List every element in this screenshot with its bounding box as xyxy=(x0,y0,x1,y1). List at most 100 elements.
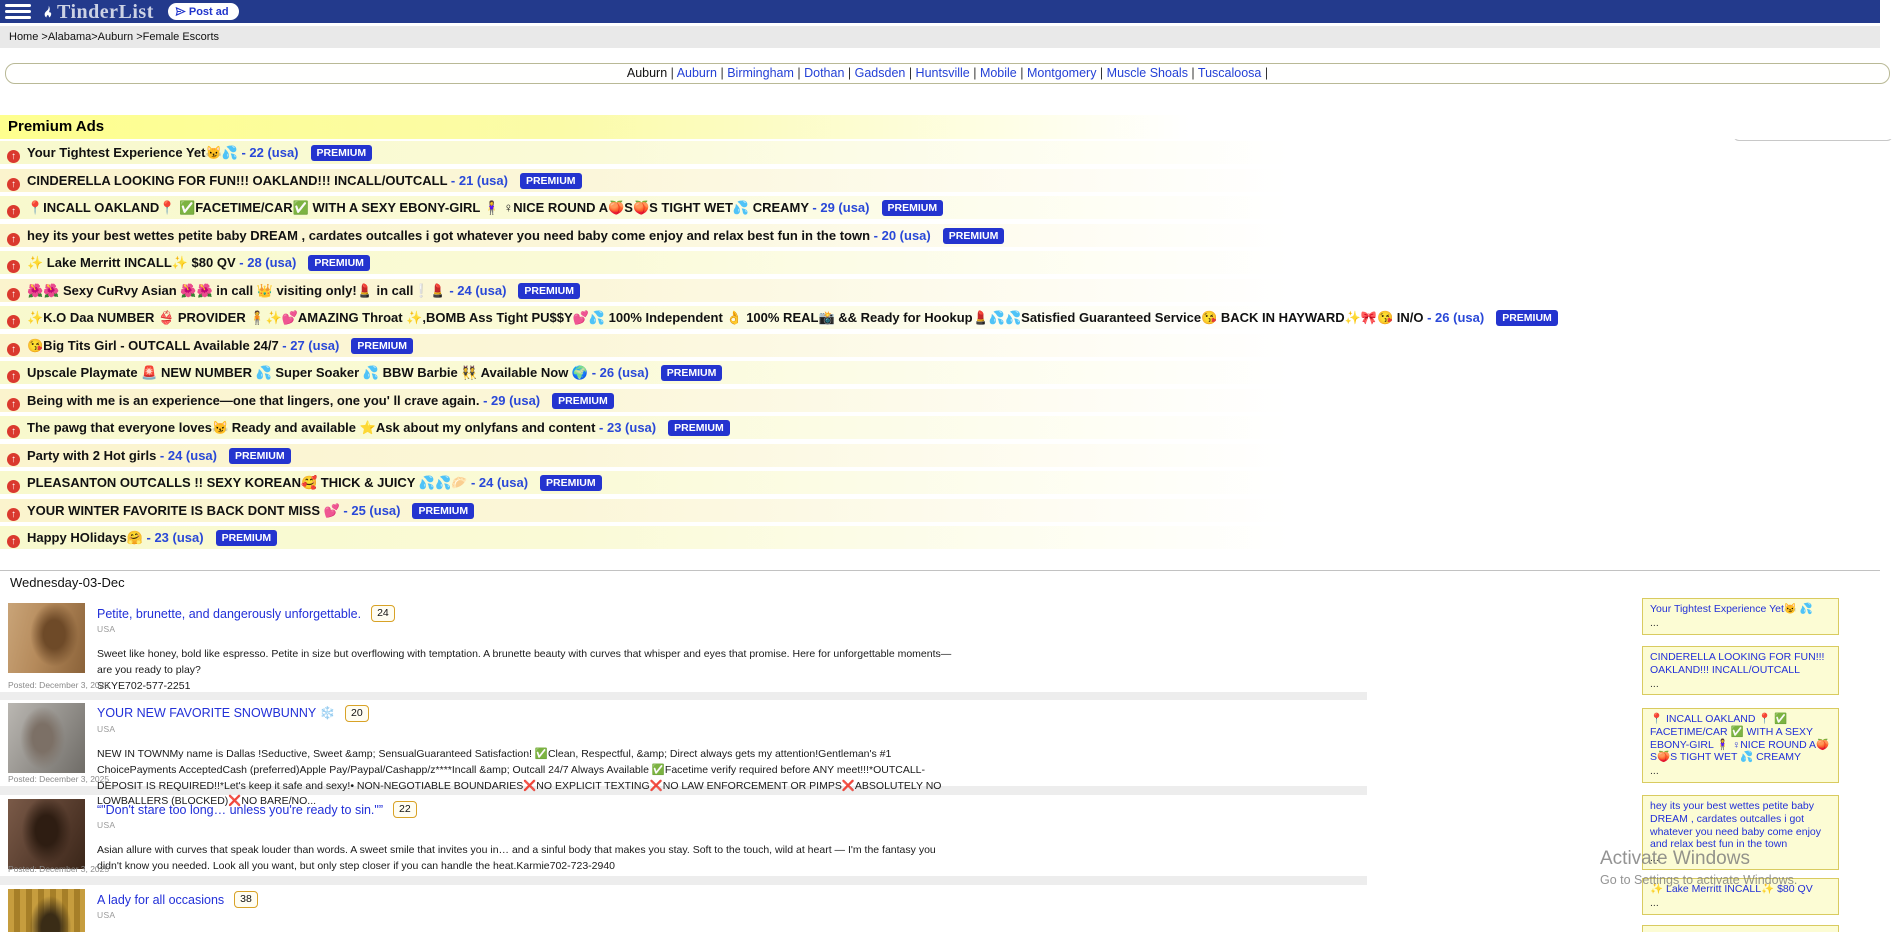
premium-ads-heading: Premium Ads xyxy=(0,115,1897,139)
premium-ad-row[interactable]: ↑Your Tightest Experience Yet😼💦 - 22 (us… xyxy=(0,141,1897,164)
listing-age-badge: 20 xyxy=(345,705,369,722)
listing-item: Posted: December 3, 2025 Petite, brunett… xyxy=(8,601,1368,690)
listing-photo[interactable] xyxy=(8,889,85,932)
listing-title-link[interactable]: YOUR NEW FAVORITE SNOWBUNNY ❄️ xyxy=(97,706,335,721)
premium-ad-age: - 24 (usa) xyxy=(156,448,217,463)
sidebar-ad-box[interactable]: 📍 INCALL OAKLAND 📍 ✅ FACETIME/CAR ✅ WITH… xyxy=(1642,708,1839,783)
premium-badge: PREMIUM xyxy=(412,503,474,519)
premium-ad-title: CINDERELLA LOOKING FOR FUN!!! OAKLAND!!!… xyxy=(27,173,447,188)
sidebar-ad-text: Your Tightest Experience Yet😼 💦 xyxy=(1650,603,1831,616)
premium-ad-row[interactable]: ↑The pawg that everyone loves😼 Ready and… xyxy=(0,416,1897,439)
listing-title-link[interactable]: “"Don't stare too long… unless you're re… xyxy=(97,803,383,817)
premium-ad-title: YOUR WINTER FAVORITE IS BACK DONT MISS 💕 xyxy=(27,503,340,518)
premium-ad-age: - 26 (usa) xyxy=(588,365,649,380)
sidebar-ad-box[interactable]: hey its your best wettes petite baby DRE… xyxy=(1642,795,1839,870)
bump-up-icon: ↑ xyxy=(7,508,20,521)
flame-icon xyxy=(41,4,55,20)
premium-ad-title: 📍INCALL OAKLAND📍 ✅FACETIME/CAR✅ WITH A S… xyxy=(27,200,809,215)
city-link[interactable]: Huntsville xyxy=(916,66,970,80)
city-current: Auburn xyxy=(627,66,667,80)
city-link[interactable]: Mobile xyxy=(980,66,1017,80)
sidebar-ad-box[interactable]: Your Tightest Experience Yet😼 💦 ... xyxy=(1642,598,1839,635)
bump-up-icon: ↑ xyxy=(7,370,20,383)
premium-ad-row[interactable]: ↑ 🌺🌺 Sexy CuRvy Asian 🌺🌺 in call 👑 visiti… xyxy=(0,279,1897,302)
premium-ad-title: 🌺🌺 Sexy CuRvy Asian 🌺🌺 in call 👑 visitin… xyxy=(27,283,446,298)
sidebar-ad-more: ... xyxy=(1650,852,1831,865)
listing-item: Posted: December 3, 2025 “"Don't stare t… xyxy=(8,797,1368,874)
premium-ad-row[interactable]: ↑ ✨K.O Daa NUMBER 👙 PROVIDER 🧍✨💕AMAZING T… xyxy=(0,306,1897,329)
premium-badge: PREMIUM xyxy=(1496,310,1558,326)
city-separator: | xyxy=(1096,66,1106,80)
premium-ad-title: 😘Big Tits Girl - OUTCALL Available 24/7 xyxy=(27,338,279,353)
post-ad-button[interactable]: Post ad xyxy=(168,3,239,20)
premium-ad-title: Upscale Playmate 🚨 NEW NUMBER 💦 Super So… xyxy=(27,365,588,380)
brand-logo[interactable]: TinderList xyxy=(41,2,154,22)
sidebar-ad-box[interactable]: CINDERELLA LOOKING FOR FUN!!! OAKLAND!!!… xyxy=(1642,646,1839,695)
bump-up-icon: ↑ xyxy=(7,315,20,328)
bump-up-icon: ↑ xyxy=(7,150,20,163)
city-link[interactable]: Birmingham xyxy=(727,66,794,80)
premium-ad-row[interactable]: ↑Being with me is an experience—one that… xyxy=(0,389,1897,412)
city-link[interactable]: Dothan xyxy=(804,66,844,80)
city-link[interactable]: Tuscaloosa xyxy=(1198,66,1261,80)
premium-ad-title: Party with 2 Hot girls xyxy=(27,448,156,463)
listing-posted-date: Posted: December 3, 2025 xyxy=(8,774,109,784)
premium-ad-row[interactable]: ↑📍INCALL OAKLAND📍 ✅FACETIME/CAR✅ WITH A … xyxy=(0,196,1897,219)
listing-content: Petite, brunette, and dangerously unforg… xyxy=(97,601,1368,694)
listing-photo[interactable] xyxy=(8,703,85,773)
premium-ad-age: - 22 (usa) xyxy=(238,145,299,160)
premium-ad-title: Being with me is an experience—one that … xyxy=(27,393,479,408)
listing-age-badge: 22 xyxy=(393,801,417,818)
premium-ad-title: ✨K.O Daa NUMBER 👙 PROVIDER 🧍✨💕AMAZING Th… xyxy=(27,310,1424,325)
sidebar-ad-more: ... xyxy=(1650,617,1831,630)
listing-title-link[interactable]: Petite, brunette, and dangerously unforg… xyxy=(97,607,361,621)
premium-ad-row[interactable]: ↑hey its your best wettes petite baby DR… xyxy=(0,224,1897,247)
sidebar-ad-more: ... xyxy=(1650,897,1831,910)
sidebar-ad-text: ✨ Lake Merritt INCALL✨ $80 QV xyxy=(1650,883,1831,896)
premium-ad-age: - 29 (usa) xyxy=(479,393,540,408)
premium-badge: PREMIUM xyxy=(518,283,580,299)
premium-ad-title: The pawg that everyone loves😼 Ready and … xyxy=(27,420,595,435)
city-link[interactable]: Montgomery xyxy=(1027,66,1096,80)
premium-ad-age: - 23 (usa) xyxy=(143,530,204,545)
listing-country: USA xyxy=(97,820,1368,830)
sidebar-ad-box[interactable] xyxy=(1642,925,1839,932)
premium-ad-age: - 20 (usa) xyxy=(870,228,931,243)
listing-description: Asian allure with curves that speak loud… xyxy=(97,843,959,875)
premium-ad-row[interactable]: ↑ YOUR WINTER FAVORITE IS BACK DONT MISS … xyxy=(0,499,1897,522)
premium-ad-age: - 29 (usa) xyxy=(809,200,870,215)
city-separator: | xyxy=(1261,66,1268,80)
page: TinderList Post ad Home >Alabama>Auburn … xyxy=(0,0,1897,932)
city-separator: | xyxy=(667,66,677,80)
bump-up-icon: ↑ xyxy=(7,343,20,356)
listing-photo[interactable] xyxy=(8,799,85,869)
city-link[interactable]: Muscle Shoals xyxy=(1107,66,1188,80)
premium-ad-row[interactable]: ↑ Upscale Playmate 🚨 NEW NUMBER 💦 Super S… xyxy=(0,361,1897,384)
premium-ad-row[interactable]: ↑✨ Lake Merritt INCALL✨ $80 QV - 28 (usa… xyxy=(0,251,1897,274)
sidebar-ad-box[interactable]: ✨ Lake Merritt INCALL✨ $80 QV ... xyxy=(1642,878,1839,915)
post-ad-label: Post ad xyxy=(189,6,229,18)
premium-ad-row[interactable]: ↑Happy HOlidays🤗 - 23 (usa)PREMIUM xyxy=(0,526,1897,549)
premium-badge: PREMIUM xyxy=(540,475,602,491)
listing-age-badge: 38 xyxy=(234,891,258,908)
premium-badge: PREMIUM xyxy=(943,228,1005,244)
premium-badge: PREMIUM xyxy=(216,530,278,546)
city-link[interactable]: Auburn xyxy=(677,66,717,80)
premium-ad-row[interactable]: ↑CINDERELLA LOOKING FOR FUN!!! OAKLAND!!… xyxy=(0,169,1897,192)
bump-up-icon: ↑ xyxy=(7,480,20,493)
city-separator: | xyxy=(970,66,980,80)
premium-ad-row[interactable]: ↑Party with 2 Hot girls - 24 (usa)PREMIU… xyxy=(0,444,1897,467)
listing-title-link[interactable]: A lady for all occasions xyxy=(97,893,224,907)
menu-icon[interactable] xyxy=(5,4,31,19)
premium-badge: PREMIUM xyxy=(311,145,373,161)
premium-ad-age: - 23 (usa) xyxy=(595,420,656,435)
premium-ad-row[interactable]: ↑ 😘Big Tits Girl - OUTCALL Available 24/7… xyxy=(0,334,1897,357)
premium-ad-age: - 25 (usa) xyxy=(340,503,401,518)
city-link[interactable]: Gadsden xyxy=(855,66,906,80)
city-separator: | xyxy=(1188,66,1198,80)
bump-up-icon: ↑ xyxy=(7,288,20,301)
listing-photo[interactable] xyxy=(8,603,85,673)
city-separator: | xyxy=(905,66,915,80)
bump-up-icon: ↑ xyxy=(7,453,20,466)
premium-ad-row[interactable]: ↑PLEASANTON OUTCALLS !! SEXY KOREAN🥰 THI… xyxy=(0,471,1897,494)
